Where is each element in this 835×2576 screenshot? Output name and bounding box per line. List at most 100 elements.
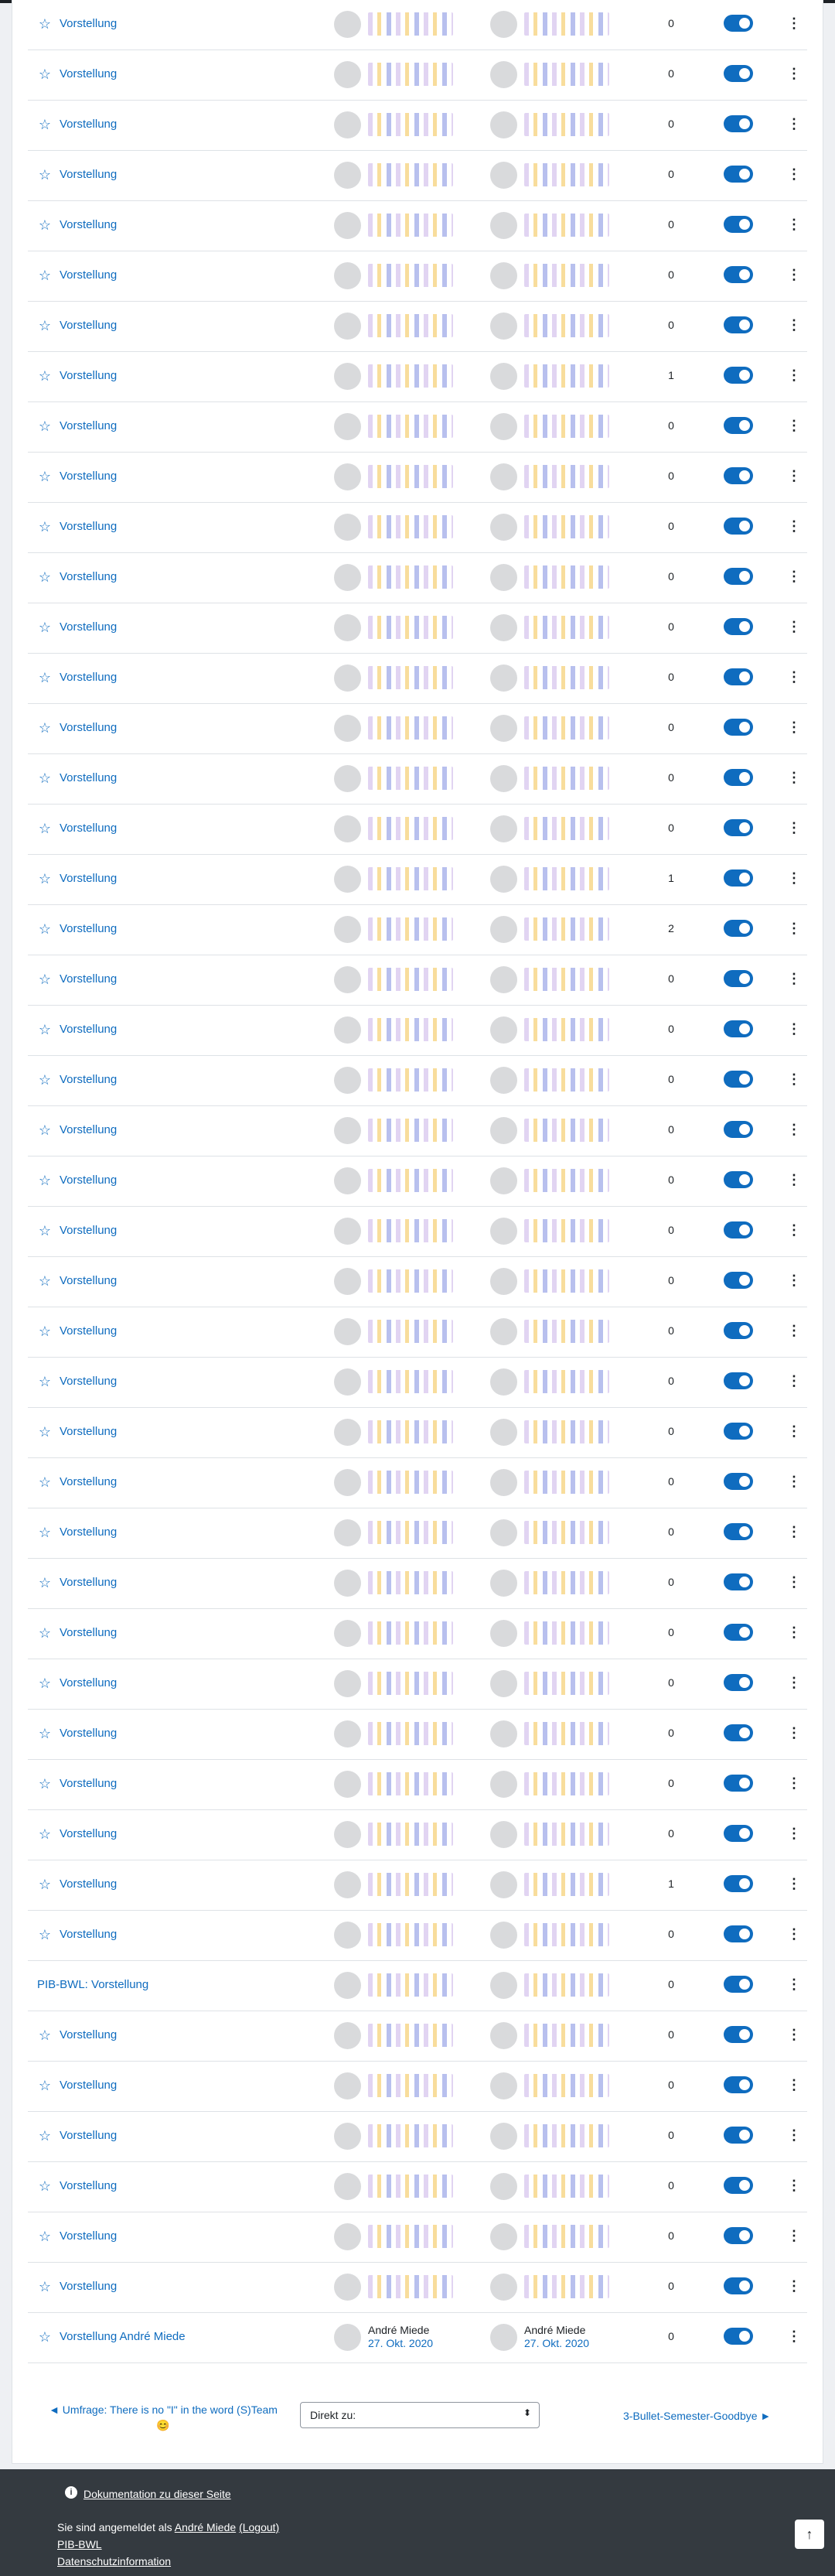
last-post-avatar[interactable]	[490, 1570, 517, 1597]
star-icon[interactable]: ☆	[37, 1223, 53, 1238]
subscribe-toggle[interactable]	[724, 970, 753, 987]
last-post-avatar[interactable]	[490, 212, 517, 239]
more-actions-icon[interactable]: ⋮	[787, 718, 801, 736]
star-icon[interactable]: ☆	[37, 1625, 53, 1641]
author-avatar[interactable]	[334, 1720, 361, 1748]
subscribe-toggle[interactable]	[724, 1825, 753, 1842]
author-avatar[interactable]	[334, 2223, 361, 2250]
more-actions-icon[interactable]: ⋮	[787, 1975, 801, 1993]
discussion-title[interactable]: Vorstellung	[60, 771, 117, 784]
star-icon[interactable]: ☆	[37, 469, 53, 484]
discussion-title[interactable]: Vorstellung	[60, 369, 117, 382]
more-actions-icon[interactable]: ⋮	[787, 869, 801, 887]
last-post-avatar[interactable]	[490, 111, 517, 138]
logout-link[interactable]: (Logout)	[239, 2521, 279, 2533]
subscribe-toggle[interactable]	[724, 618, 753, 635]
subscribe-toggle[interactable]	[724, 1171, 753, 1188]
discussion-title[interactable]: Vorstellung	[60, 1023, 117, 1036]
last-post-avatar[interactable]	[490, 1771, 517, 1798]
last-post-avatar[interactable]	[490, 1218, 517, 1245]
discussion-title[interactable]: Vorstellung	[60, 671, 117, 684]
more-actions-icon[interactable]: ⋮	[787, 2176, 801, 2195]
discussion-title[interactable]: Vorstellung	[60, 319, 117, 332]
discussion-title[interactable]: Vorstellung	[60, 1174, 117, 1187]
subscribe-toggle[interactable]	[724, 2277, 753, 2294]
last-post-avatar[interactable]	[490, 1318, 517, 1345]
more-actions-icon[interactable]: ⋮	[787, 316, 801, 334]
discussion-title[interactable]: Vorstellung	[60, 922, 117, 935]
discussion-title[interactable]: PIB-BWL: Vorstellung	[37, 1978, 148, 1991]
last-post-avatar[interactable]	[490, 1821, 517, 1848]
subscribe-toggle[interactable]	[724, 518, 753, 535]
previous-activity-link[interactable]: ◄ Umfrage: There is no "I" in the word (…	[47, 2402, 279, 2433]
discussion-title[interactable]: Vorstellung	[60, 2280, 117, 2293]
subscribe-toggle[interactable]	[724, 166, 753, 183]
author-avatar[interactable]	[334, 1067, 361, 1094]
last-post-avatar[interactable]	[490, 11, 517, 38]
last-post-avatar[interactable]	[490, 413, 517, 440]
documentation-link[interactable]: Dokumentation zu dieser Seite	[84, 2488, 231, 2500]
subscribe-toggle[interactable]	[724, 1423, 753, 1440]
star-icon[interactable]: ☆	[37, 2229, 53, 2244]
discussion-title[interactable]: Vorstellung	[60, 67, 117, 80]
author-avatar[interactable]	[334, 313, 361, 340]
author-avatar[interactable]	[334, 1620, 361, 1647]
subscribe-toggle[interactable]	[724, 769, 753, 786]
subscribe-toggle[interactable]	[724, 1523, 753, 1540]
star-icon[interactable]: ☆	[37, 1324, 53, 1339]
last-post-avatar[interactable]	[490, 262, 517, 289]
more-actions-icon[interactable]: ⋮	[787, 1170, 801, 1189]
star-icon[interactable]: ☆	[37, 368, 53, 384]
last-post-avatar[interactable]	[490, 1117, 517, 1144]
star-icon[interactable]: ☆	[37, 720, 53, 736]
subscribe-toggle[interactable]	[724, 2076, 753, 2093]
star-icon[interactable]: ☆	[37, 167, 53, 183]
author-avatar[interactable]	[334, 1419, 361, 1446]
more-actions-icon[interactable]: ⋮	[787, 366, 801, 384]
subscribe-toggle[interactable]	[724, 1724, 753, 1741]
star-icon[interactable]: ☆	[37, 2128, 53, 2144]
discussion-title[interactable]: Vorstellung	[60, 419, 117, 432]
author-avatar[interactable]	[334, 614, 361, 641]
discussion-title[interactable]: Vorstellung	[60, 2079, 117, 2092]
discussion-title[interactable]: Vorstellung	[60, 168, 117, 181]
more-actions-icon[interactable]: ⋮	[787, 617, 801, 636]
star-icon[interactable]: ☆	[37, 921, 53, 937]
more-actions-icon[interactable]: ⋮	[787, 1271, 801, 1290]
author-avatar[interactable]	[334, 866, 361, 893]
more-actions-icon[interactable]: ⋮	[787, 1472, 801, 1491]
discussion-title[interactable]: Vorstellung	[60, 1425, 117, 1438]
author-avatar[interactable]	[334, 815, 361, 842]
last-post-avatar[interactable]	[490, 61, 517, 88]
last-post-avatar[interactable]	[490, 1620, 517, 1647]
subscribe-toggle[interactable]	[724, 216, 753, 233]
subscribe-toggle[interactable]	[724, 1976, 753, 1993]
last-post-avatar[interactable]	[490, 966, 517, 993]
star-icon[interactable]: ☆	[37, 1474, 53, 1490]
star-icon[interactable]: ☆	[37, 770, 53, 786]
more-actions-icon[interactable]: ⋮	[787, 567, 801, 586]
last-post-avatar[interactable]	[490, 715, 517, 742]
star-icon[interactable]: ☆	[37, 821, 53, 836]
discussion-title[interactable]: Vorstellung	[60, 2129, 117, 2142]
subscribe-toggle[interactable]	[724, 2127, 753, 2144]
last-post-avatar[interactable]	[490, 2123, 517, 2150]
more-actions-icon[interactable]: ⋮	[787, 768, 801, 787]
discussion-title[interactable]: Vorstellung	[60, 822, 117, 835]
last-post-avatar[interactable]	[490, 1419, 517, 1446]
author-avatar[interactable]	[334, 1318, 361, 1345]
more-actions-icon[interactable]: ⋮	[787, 1623, 801, 1642]
more-actions-icon[interactable]: ⋮	[787, 2025, 801, 2044]
last-post-avatar[interactable]	[490, 815, 517, 842]
back-to-top-button[interactable]: ↑	[795, 2520, 824, 2549]
star-icon[interactable]: ☆	[37, 1374, 53, 1389]
author-avatar[interactable]	[334, 1519, 361, 1546]
profile-link[interactable]: André Miede	[175, 2521, 236, 2533]
discussion-title[interactable]: Vorstellung	[60, 17, 117, 30]
more-actions-icon[interactable]: ⋮	[787, 2327, 801, 2345]
discussion-title[interactable]: Vorstellung	[60, 1626, 117, 1639]
star-icon[interactable]: ☆	[37, 620, 53, 635]
more-actions-icon[interactable]: ⋮	[787, 265, 801, 284]
subscribe-toggle[interactable]	[724, 15, 753, 32]
more-actions-icon[interactable]: ⋮	[787, 517, 801, 535]
